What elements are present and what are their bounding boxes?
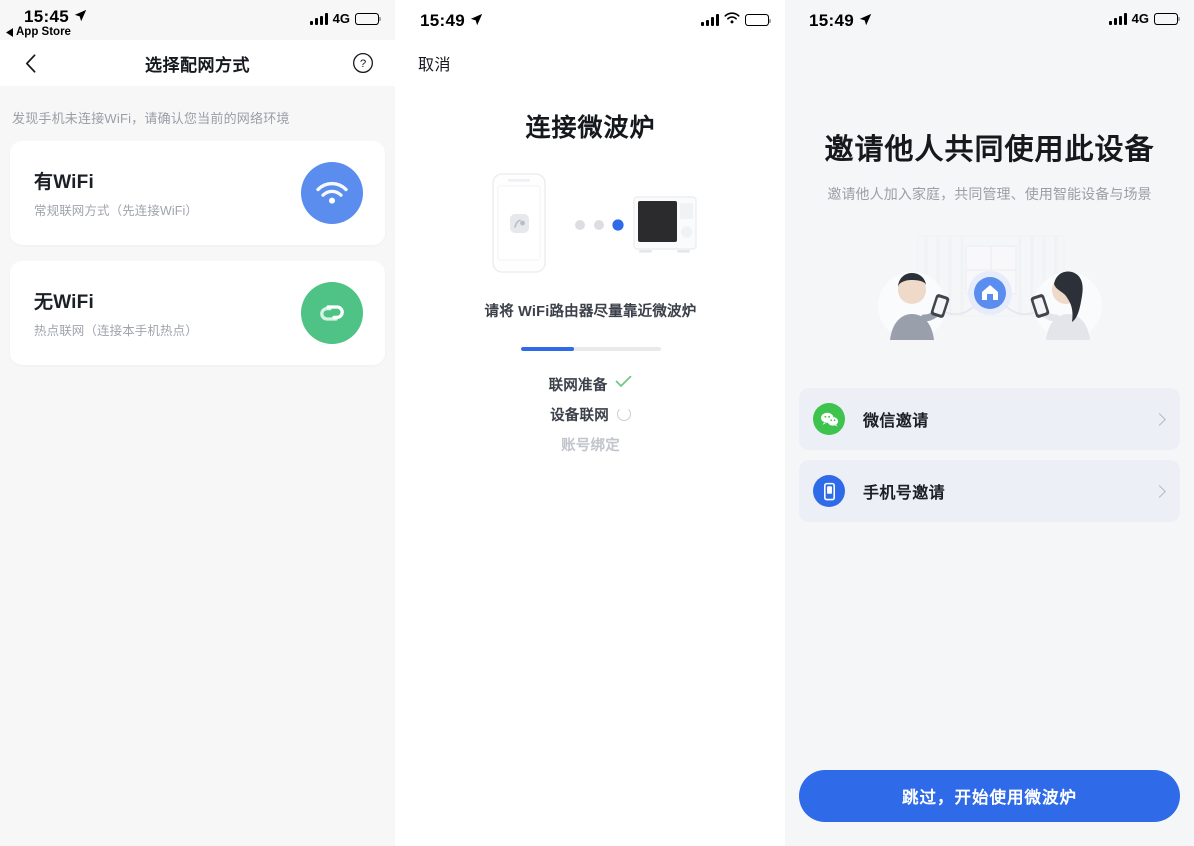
mobile-phone-icon xyxy=(813,475,845,507)
invite-title: 邀请他人共同使用此设备 xyxy=(824,134,1155,166)
chevron-right-icon xyxy=(1153,412,1166,426)
status-bar-time-group: 15:45 xyxy=(24,7,87,27)
option-card-no-wifi[interactable]: 无WiFi 热点联网（连接本手机热点） xyxy=(10,261,385,365)
cellular-bars-icon xyxy=(309,12,328,25)
battery-icon xyxy=(1154,12,1181,25)
progress-dot xyxy=(593,220,604,230)
status-bar-back-to-app[interactable]: App Store xyxy=(6,26,71,38)
invite-options-list: 微信邀请 手机号邀请 xyxy=(785,388,1194,522)
screen-connecting-microwave: 15:49 取消 连接微波炉 请将 WiFi路由器尽量靠近微波炉 联网准备 设备… xyxy=(396,0,785,846)
status-bar-indicators xyxy=(701,11,772,29)
phone-device-icon xyxy=(491,173,546,273)
connecting-caption: 请将 WiFi路由器尽量靠近微波炉 xyxy=(484,304,697,320)
connection-steps-list: 联网准备 设备联网 账号绑定 xyxy=(396,373,785,455)
phone-to-microwave-illustration xyxy=(396,170,785,280)
wifi-icon xyxy=(301,162,363,224)
cancel-button[interactable]: 取消 xyxy=(418,51,451,75)
cellular-bars-icon xyxy=(701,14,719,26)
back-triangle-icon xyxy=(6,27,13,37)
step-item: 联网准备 xyxy=(549,373,633,395)
step-label: 联网准备 xyxy=(548,377,608,394)
step-label: 账号绑定 xyxy=(561,437,620,454)
chevron-right-icon xyxy=(1153,484,1166,498)
skip-and-start-button[interactable]: 跳过，开始使用微波炉 xyxy=(799,770,1180,822)
connecting-title: 连接微波炉 xyxy=(525,114,656,142)
status-bar-time-group: 15:49 xyxy=(809,11,872,31)
status-bar-time-group: 15:49 xyxy=(420,11,483,31)
option-title: 有WiFi xyxy=(34,172,94,193)
option-card-with-wifi[interactable]: 有WiFi 常规联网方式（先连接WiFi） xyxy=(10,141,385,245)
chevron-left-icon xyxy=(25,53,35,73)
status-bar: 15:49 xyxy=(396,0,785,40)
status-bar-time: 15:45 xyxy=(24,7,69,26)
three-phone-screens: 15:45 App Store 4G 选择配网方式 ? 发现手机未连接WiFi，… xyxy=(0,0,1194,846)
progress-dot-active xyxy=(611,219,624,231)
navigation-bar: 选择配网方式 ? xyxy=(0,40,395,86)
screen-select-network-method: 15:45 App Store 4G 选择配网方式 ? 发现手机未连接WiFi，… xyxy=(0,0,395,846)
progress-bar-track xyxy=(520,347,661,351)
battery-icon xyxy=(355,12,382,25)
option-subtitle: 热点联网（连接本手机热点） xyxy=(34,324,198,338)
status-bar-indicators: 4G xyxy=(1108,11,1181,26)
cellular-bars-icon xyxy=(1108,12,1127,25)
status-bar-time: 15:49 xyxy=(809,11,854,30)
network-type-label: 4G xyxy=(332,11,350,26)
status-bar-back-label: App Store xyxy=(16,26,71,38)
step-label: 设备联网 xyxy=(550,407,609,424)
modal-top-bar: 取消 xyxy=(396,40,785,86)
question-circle-icon: ? xyxy=(353,53,373,73)
option-subtitle: 常规联网方式（先连接WiFi） xyxy=(34,204,198,218)
invite-option-phone[interactable]: 手机号邀请 xyxy=(799,460,1180,522)
location-arrow-icon xyxy=(859,11,872,31)
option-text-group: 无WiFi 热点联网（连接本手机热点） xyxy=(34,287,301,339)
progress-dot xyxy=(574,220,585,230)
option-text-group: 有WiFi 常规联网方式（先连接WiFi） xyxy=(34,167,301,219)
network-options-body: 发现手机未连接WiFi，请确认您当前的网络环境 有WiFi 常规联网方式（先连接… xyxy=(0,86,395,365)
invite-subtitle: 邀请他人加入家庭，共同管理、使用智能设备与场景 xyxy=(827,186,1152,202)
check-icon xyxy=(615,375,632,393)
status-bar-indicators: 4G xyxy=(309,11,382,26)
screen-invite-others: 15:49 4G 邀请他人共同使用此设备 邀请他人加入家庭，共同管理、使用智能设… xyxy=(785,0,1194,846)
location-arrow-icon xyxy=(470,11,483,31)
invite-option-label: 微信邀请 xyxy=(863,413,929,430)
step-item: 设备联网 xyxy=(550,403,631,425)
location-arrow-icon xyxy=(74,7,87,27)
help-button[interactable]: ? xyxy=(343,40,383,86)
network-hint-text: 发现手机未连接WiFi，请确认您当前的网络环境 xyxy=(12,111,290,126)
status-bar: 15:45 App Store 4G xyxy=(0,0,395,40)
network-type-label: 4G xyxy=(1131,11,1149,26)
two-people-sharing-home-illustration xyxy=(785,218,1194,368)
hotspot-link-icon xyxy=(301,282,363,344)
wifi-status-icon xyxy=(724,11,740,29)
battery-icon xyxy=(745,14,772,26)
svg-text:?: ? xyxy=(360,58,366,70)
back-button[interactable] xyxy=(10,40,50,86)
option-title: 无WiFi xyxy=(34,292,94,313)
microwave-device-icon xyxy=(632,196,697,253)
progress-bar-fill xyxy=(520,347,574,351)
page-title: 选择配网方式 xyxy=(145,55,250,75)
status-bar-time: 15:49 xyxy=(420,11,465,30)
spinner-icon xyxy=(616,407,631,421)
invite-option-label: 手机号邀请 xyxy=(863,485,946,502)
invite-option-wechat[interactable]: 微信邀请 xyxy=(799,388,1180,450)
status-bar: 15:49 4G xyxy=(785,0,1194,40)
step-item: 账号绑定 xyxy=(561,433,620,455)
wechat-icon xyxy=(813,403,845,435)
